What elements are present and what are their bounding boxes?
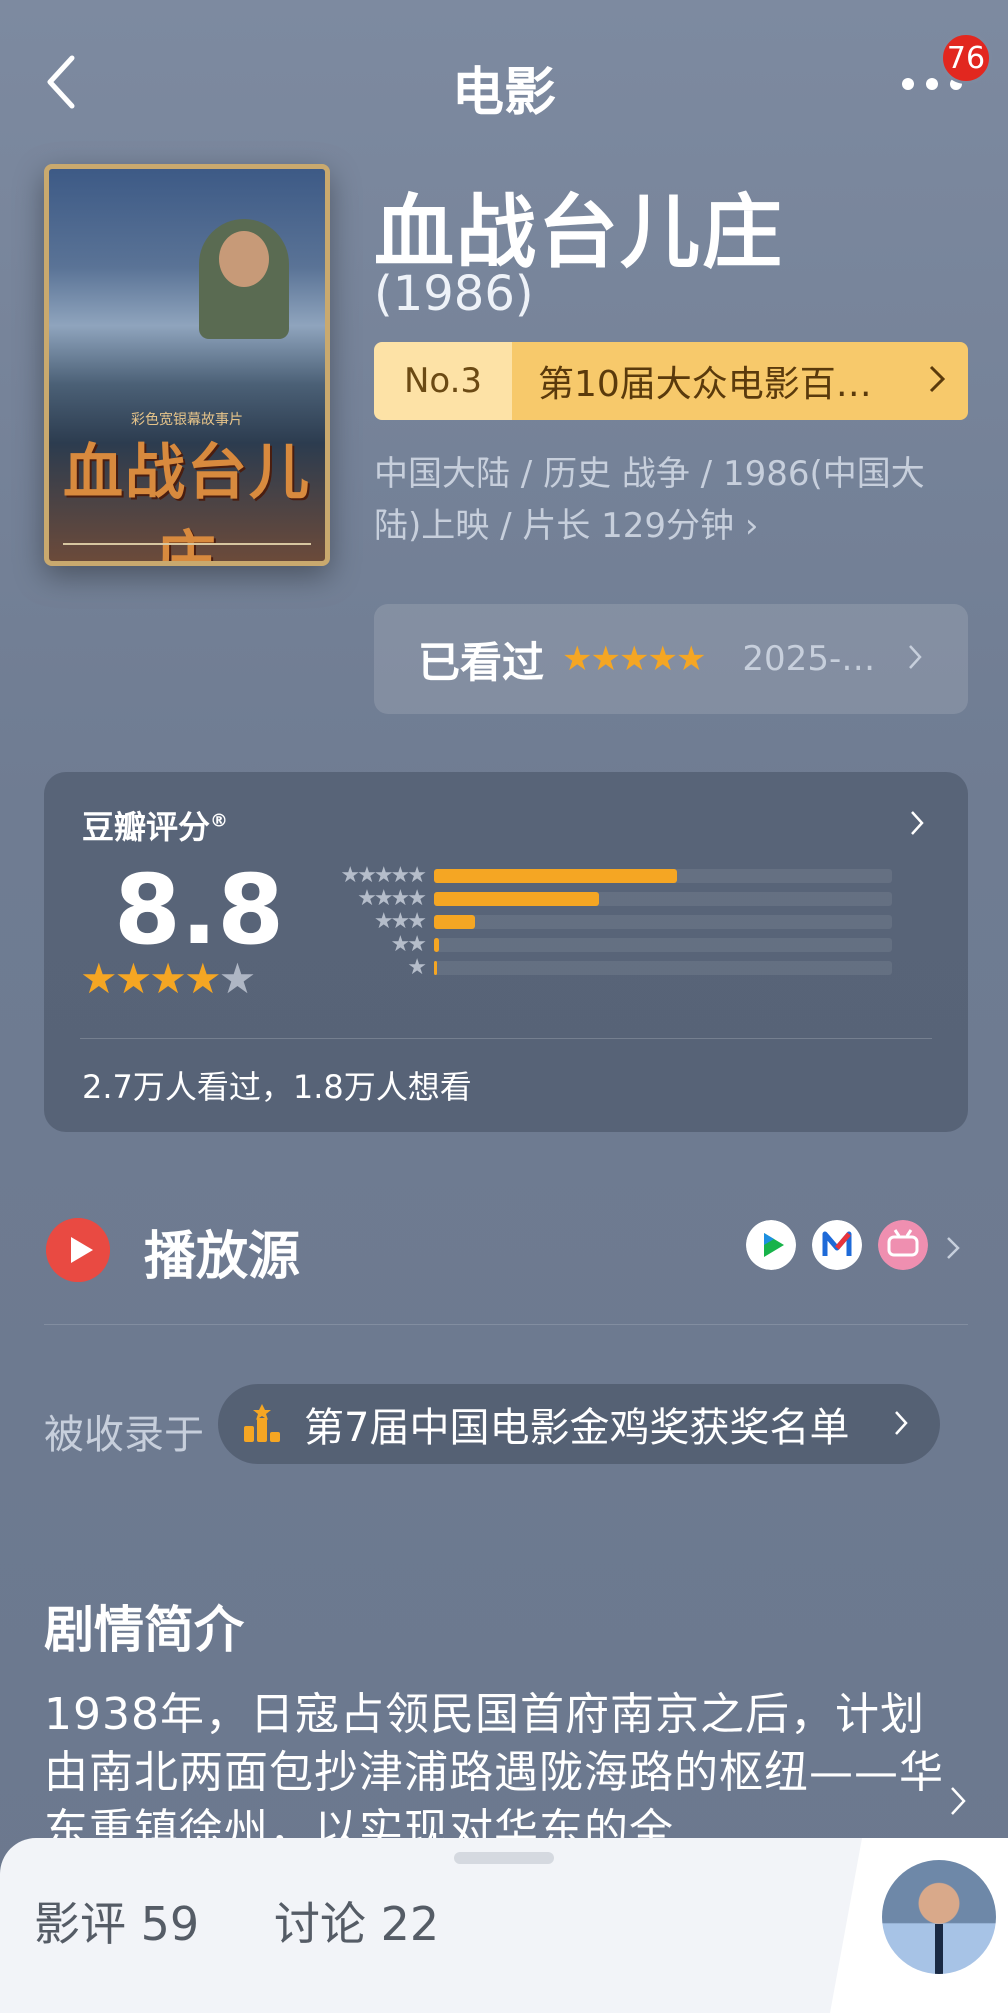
notification-badge: 76 xyxy=(940,32,992,84)
rating-bar-track xyxy=(434,960,892,975)
rating-bar-fill xyxy=(434,914,476,929)
bilibili-icon[interactable] xyxy=(878,1220,928,1270)
poster-credits xyxy=(63,543,311,553)
movie-meta[interactable]: 中国大陆 / 历史 战争 / 1986(中国大 陆)上映 / 片长 129分钟 … xyxy=(374,448,954,552)
rating-row: ★★★★ xyxy=(314,886,954,911)
rating-bar-track xyxy=(434,914,892,929)
included-label: 被收录于 xyxy=(44,1412,204,1458)
included-list-pill[interactable]: 第7届中国电影金鸡奖获奖名单 xyxy=(218,1384,940,1464)
user-rating-stars: ★★★★★ xyxy=(562,639,706,679)
rating-score: 8.8 xyxy=(114,854,285,966)
half-star-icon: ★ xyxy=(218,954,257,1003)
drag-handle[interactable] xyxy=(454,1852,554,1864)
rating-bar-fill xyxy=(434,891,599,906)
page-title: 电影 xyxy=(451,63,556,123)
migu-icon[interactable] xyxy=(812,1220,862,1270)
rating-stars: ★★★★★ xyxy=(80,954,257,1003)
chevron-right-icon[interactable] xyxy=(950,1786,966,1816)
rating-bar-track xyxy=(434,891,892,906)
chevron-right-icon xyxy=(909,645,922,669)
tab-reviews[interactable]: 影评 59 xyxy=(34,1888,199,1954)
full-stars: ★★★★ xyxy=(80,954,222,1003)
rating-row-stars: ★★★ xyxy=(373,909,427,934)
chevron-right-icon xyxy=(929,365,946,393)
avatar-tie xyxy=(935,1924,943,1974)
divider xyxy=(44,1324,968,1325)
rating-bar-fill xyxy=(434,937,439,952)
rating-row: ★★★★★ xyxy=(314,863,954,888)
rank-list-name: 第10届大众电影百… xyxy=(538,364,872,405)
synopsis-heading: 剧情简介 xyxy=(44,1601,244,1659)
avatar[interactable] xyxy=(882,1860,996,1974)
rating-row-stars: ★ xyxy=(407,955,427,980)
rating-row-stars: ★★★★★ xyxy=(340,863,427,888)
watched-label: 已看过 xyxy=(418,637,545,687)
rating-header: 豆瓣评分 xyxy=(82,808,211,846)
rating-bar-track xyxy=(434,868,892,883)
synopsis-text[interactable]: 1938年，日寇占领民国首府南京之后，计划由南北两面包抄津浦路遇陇海路的枢纽——… xyxy=(44,1686,944,1850)
movie-poster[interactable]: 彩色宽银幕故事片 血战台儿庄 xyxy=(44,164,330,566)
tab-discussions[interactable]: 讨论 22 xyxy=(274,1888,439,1954)
watched-status-button[interactable]: 已看过 ★★★★★ 2025-… xyxy=(374,604,968,714)
rating-bar-fill xyxy=(434,868,677,883)
chevron-right-icon xyxy=(911,811,924,835)
rating-row: ★ xyxy=(314,955,954,980)
rating-bar-fill xyxy=(434,960,437,975)
rating-row: ★★ xyxy=(314,932,954,957)
rating-row-stars: ★★ xyxy=(390,932,427,957)
rating-row-stars: ★★★★ xyxy=(357,886,427,911)
meta-line-1: 中国大陆 / 历史 战争 / 1986(中国大 xyxy=(374,454,925,494)
rating-bar-track xyxy=(434,937,892,952)
included-list-title: 第7届中国电影金鸡奖获奖名单 xyxy=(304,1405,850,1451)
rating-card[interactable]: 豆瓣评分® 8.8 ★★★★★ ★★★★★ ★★★★ ★★★ ★★ ★ 2.7万人看过，… xyxy=(44,772,968,1132)
chevron-right-icon xyxy=(895,1411,908,1435)
movie-year: (1986) xyxy=(374,266,534,322)
rating-distribution: ★★★★★ ★★★★ ★★★ ★★ ★ xyxy=(314,863,954,980)
watch-stats: 2.7万人看过，1.8万人想看 xyxy=(82,1068,472,1106)
watched-date: 2025-… xyxy=(742,639,876,679)
award-list-icon xyxy=(244,1404,280,1442)
iqiyi-icon[interactable] xyxy=(746,1220,796,1270)
play-source-icon[interactable] xyxy=(46,1218,110,1282)
poster-face xyxy=(219,231,269,287)
chevron-right-icon[interactable] xyxy=(946,1236,960,1260)
play-source-label[interactable]: 播放源 xyxy=(144,1214,300,1289)
meta-line-2: 陆)上映 / 片长 129分钟 › xyxy=(374,506,759,546)
divider xyxy=(80,1038,932,1039)
rating-row: ★★★ xyxy=(314,909,954,934)
ranking-banner[interactable]: No.3 第10届大众电影百… xyxy=(374,342,968,420)
rank-number: No.3 xyxy=(374,342,512,420)
